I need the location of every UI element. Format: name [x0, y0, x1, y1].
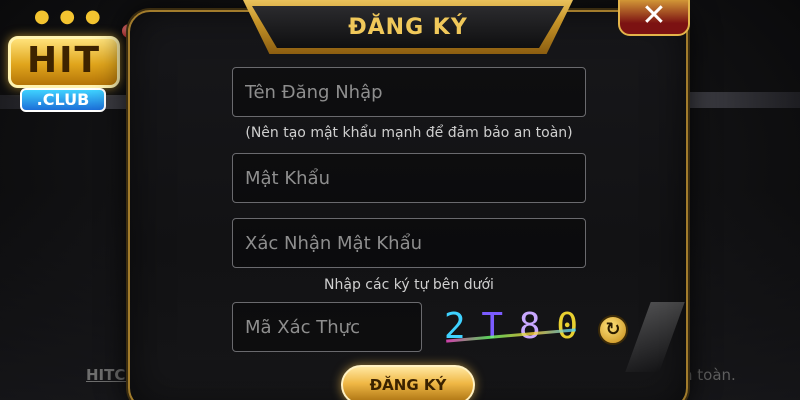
password-input[interactable] [245, 154, 585, 202]
password-field[interactable] [232, 153, 586, 203]
dialog-title: ĐĂNG KÝ [348, 14, 468, 40]
title-bar: ĐĂNG KÝ [252, 6, 564, 48]
captcha-char: 8 [518, 305, 541, 347]
register-submit-label: ĐĂNG KÝ [369, 376, 447, 394]
confirm-password-field[interactable] [232, 218, 586, 268]
close-icon: ✕ [641, 0, 667, 33]
refresh-icon: ↻ [605, 319, 621, 340]
logo-club-text: .CLUB [20, 88, 106, 112]
dialog-shine [625, 302, 685, 372]
captcha-field[interactable] [232, 302, 422, 352]
coins-icon: ● ● ● [34, 6, 103, 27]
username-input[interactable] [245, 68, 585, 116]
captcha-image: 2 T 8 0 [436, 298, 586, 354]
confirm-password-input[interactable] [245, 219, 585, 267]
close-button[interactable]: ✕ [618, 0, 690, 36]
username-field[interactable] [232, 67, 586, 117]
logo-main-text: HIT [8, 36, 120, 88]
background-stand-right [688, 92, 800, 108]
captcha-hint: Nhập các ký tự bên dưới [324, 277, 494, 293]
refresh-captcha-button[interactable]: ↻ [598, 315, 628, 345]
captcha-char: 0 [556, 305, 579, 347]
hitclub-logo: ● ● ● HIT .CLUB [4, 2, 136, 114]
password-hint: (Nên tạo mật khẩu mạnh để đảm bảo an toà… [245, 125, 573, 141]
register-submit-button[interactable]: ĐĂNG KÝ [341, 365, 475, 400]
captcha-char: T [481, 305, 504, 347]
background-text-right: n toàn. [683, 366, 736, 384]
captcha-input[interactable] [245, 303, 421, 351]
